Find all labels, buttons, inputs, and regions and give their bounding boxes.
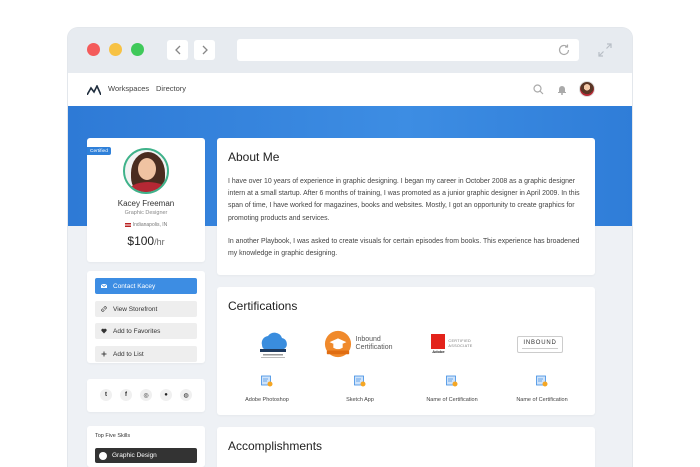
adobe-associate-text: ASSOCIATE [448, 344, 473, 348]
profile-location: Indianapolis, IN [87, 222, 205, 228]
profile-title: Graphic Designer [124, 210, 168, 216]
github-icon[interactable]: ● [160, 389, 172, 401]
social-links-card: t f ◎ ● ◍ [87, 379, 205, 412]
certificate-icon [261, 375, 273, 387]
actions-card: Contact Kacey View Storefront Add to Fav… [87, 271, 205, 363]
bell-icon[interactable] [557, 84, 567, 95]
cert-logo-1 [250, 327, 296, 361]
profile-name: Kacey Freeman [117, 199, 175, 208]
skills-title: Top Five Skills [95, 433, 131, 439]
flag-icon [124, 222, 131, 227]
plus-icon [101, 351, 107, 357]
skill-item[interactable]: Graphic Design [95, 448, 197, 463]
minimize-window-button[interactable] [109, 43, 122, 56]
inbound-box-text: INBOUND [523, 339, 557, 346]
cert-item[interactable]: Name of Certification [417, 374, 487, 403]
nav-workspaces[interactable]: Workspaces [108, 84, 149, 93]
forward-button[interactable] [194, 40, 215, 60]
cert-label: Name of Certification [426, 397, 478, 403]
cert-logo-4: INBOUND [514, 327, 566, 361]
cert-label: Sketch App [346, 397, 374, 403]
cert-logo-3: Adobe CERTIFIED ASSOCIATE [422, 327, 482, 361]
about-card: About Me I have over 10 years of experie… [217, 138, 595, 275]
user-avatar[interactable] [579, 81, 595, 97]
cert-item[interactable]: Sketch App [325, 374, 395, 403]
browser-chrome [68, 28, 632, 73]
cert-item[interactable]: Adobe Photoshop [232, 374, 302, 403]
about-paragraph-1: I have over 10 years of experience in gr… [228, 178, 580, 222]
about-paragraph-2: In another Playbook, I was asked to crea… [228, 238, 580, 258]
add-to-list-button[interactable]: Add to List [95, 346, 197, 362]
accomplishments-heading: Accomplishments [228, 439, 323, 453]
view-storefront-button[interactable]: View Storefront [95, 301, 197, 317]
close-window-button[interactable] [87, 43, 100, 56]
mail-icon [101, 283, 107, 288]
app-navbar: Workspaces Directory [68, 73, 632, 106]
inbound-cert-line1: Inbound [355, 336, 381, 343]
contact-button[interactable]: Contact Kacey [95, 278, 197, 294]
hourly-rate: $100/hr [127, 234, 165, 248]
browser-window: Workspaces Directory Certified Kacey Fre… [68, 28, 632, 467]
certified-badge: Certified [87, 147, 111, 155]
heart-icon [101, 328, 107, 334]
reload-icon[interactable] [557, 43, 571, 57]
fullscreen-icon[interactable] [597, 42, 613, 58]
cloud-badge-logo [260, 332, 287, 358]
profile-avatar [123, 148, 169, 194]
skills-card: Top Five Skills Graphic Design [87, 426, 205, 467]
certificate-icon [536, 375, 548, 387]
cert-logo-2: Inbound Certification [317, 327, 399, 361]
maximize-window-button[interactable] [131, 43, 144, 56]
back-button[interactable] [167, 40, 188, 60]
skill-icon [99, 451, 107, 460]
search-icon[interactable] [533, 84, 544, 95]
inbound-cert-line2: Certification [355, 344, 393, 351]
cert-label: Adobe Photoshop [245, 397, 289, 403]
chevron-left-icon [174, 45, 180, 55]
link-icon [101, 306, 107, 312]
adobe-logo: Adobe [431, 334, 446, 354]
profile-card: Certified Kacey Freeman Graphic Designer… [87, 138, 205, 262]
certifications-card: Certifications Inbound Certification Ado… [217, 287, 595, 415]
address-bar[interactable] [237, 39, 579, 61]
instagram-icon[interactable]: ◎ [140, 389, 152, 401]
facebook-icon[interactable]: f [120, 389, 132, 401]
nav-directory[interactable]: Directory [156, 84, 186, 93]
cert-label: Name of Certification [516, 397, 568, 403]
dribbble-icon[interactable]: ◍ [180, 389, 192, 401]
app-logo[interactable] [87, 85, 101, 95]
twitter-icon[interactable]: t [100, 389, 112, 401]
accomplishments-card: Accomplishments [217, 427, 595, 467]
certifications-heading: Certifications [228, 299, 298, 313]
about-heading: About Me [228, 150, 280, 164]
chevron-right-icon [202, 45, 208, 55]
add-to-favorites-button[interactable]: Add to Favorites [95, 323, 197, 339]
certificate-icon [354, 375, 366, 387]
cert-item[interactable]: Name of Certification [507, 374, 577, 403]
graduation-cap-logo [324, 330, 351, 358]
certificate-icon [446, 375, 458, 387]
